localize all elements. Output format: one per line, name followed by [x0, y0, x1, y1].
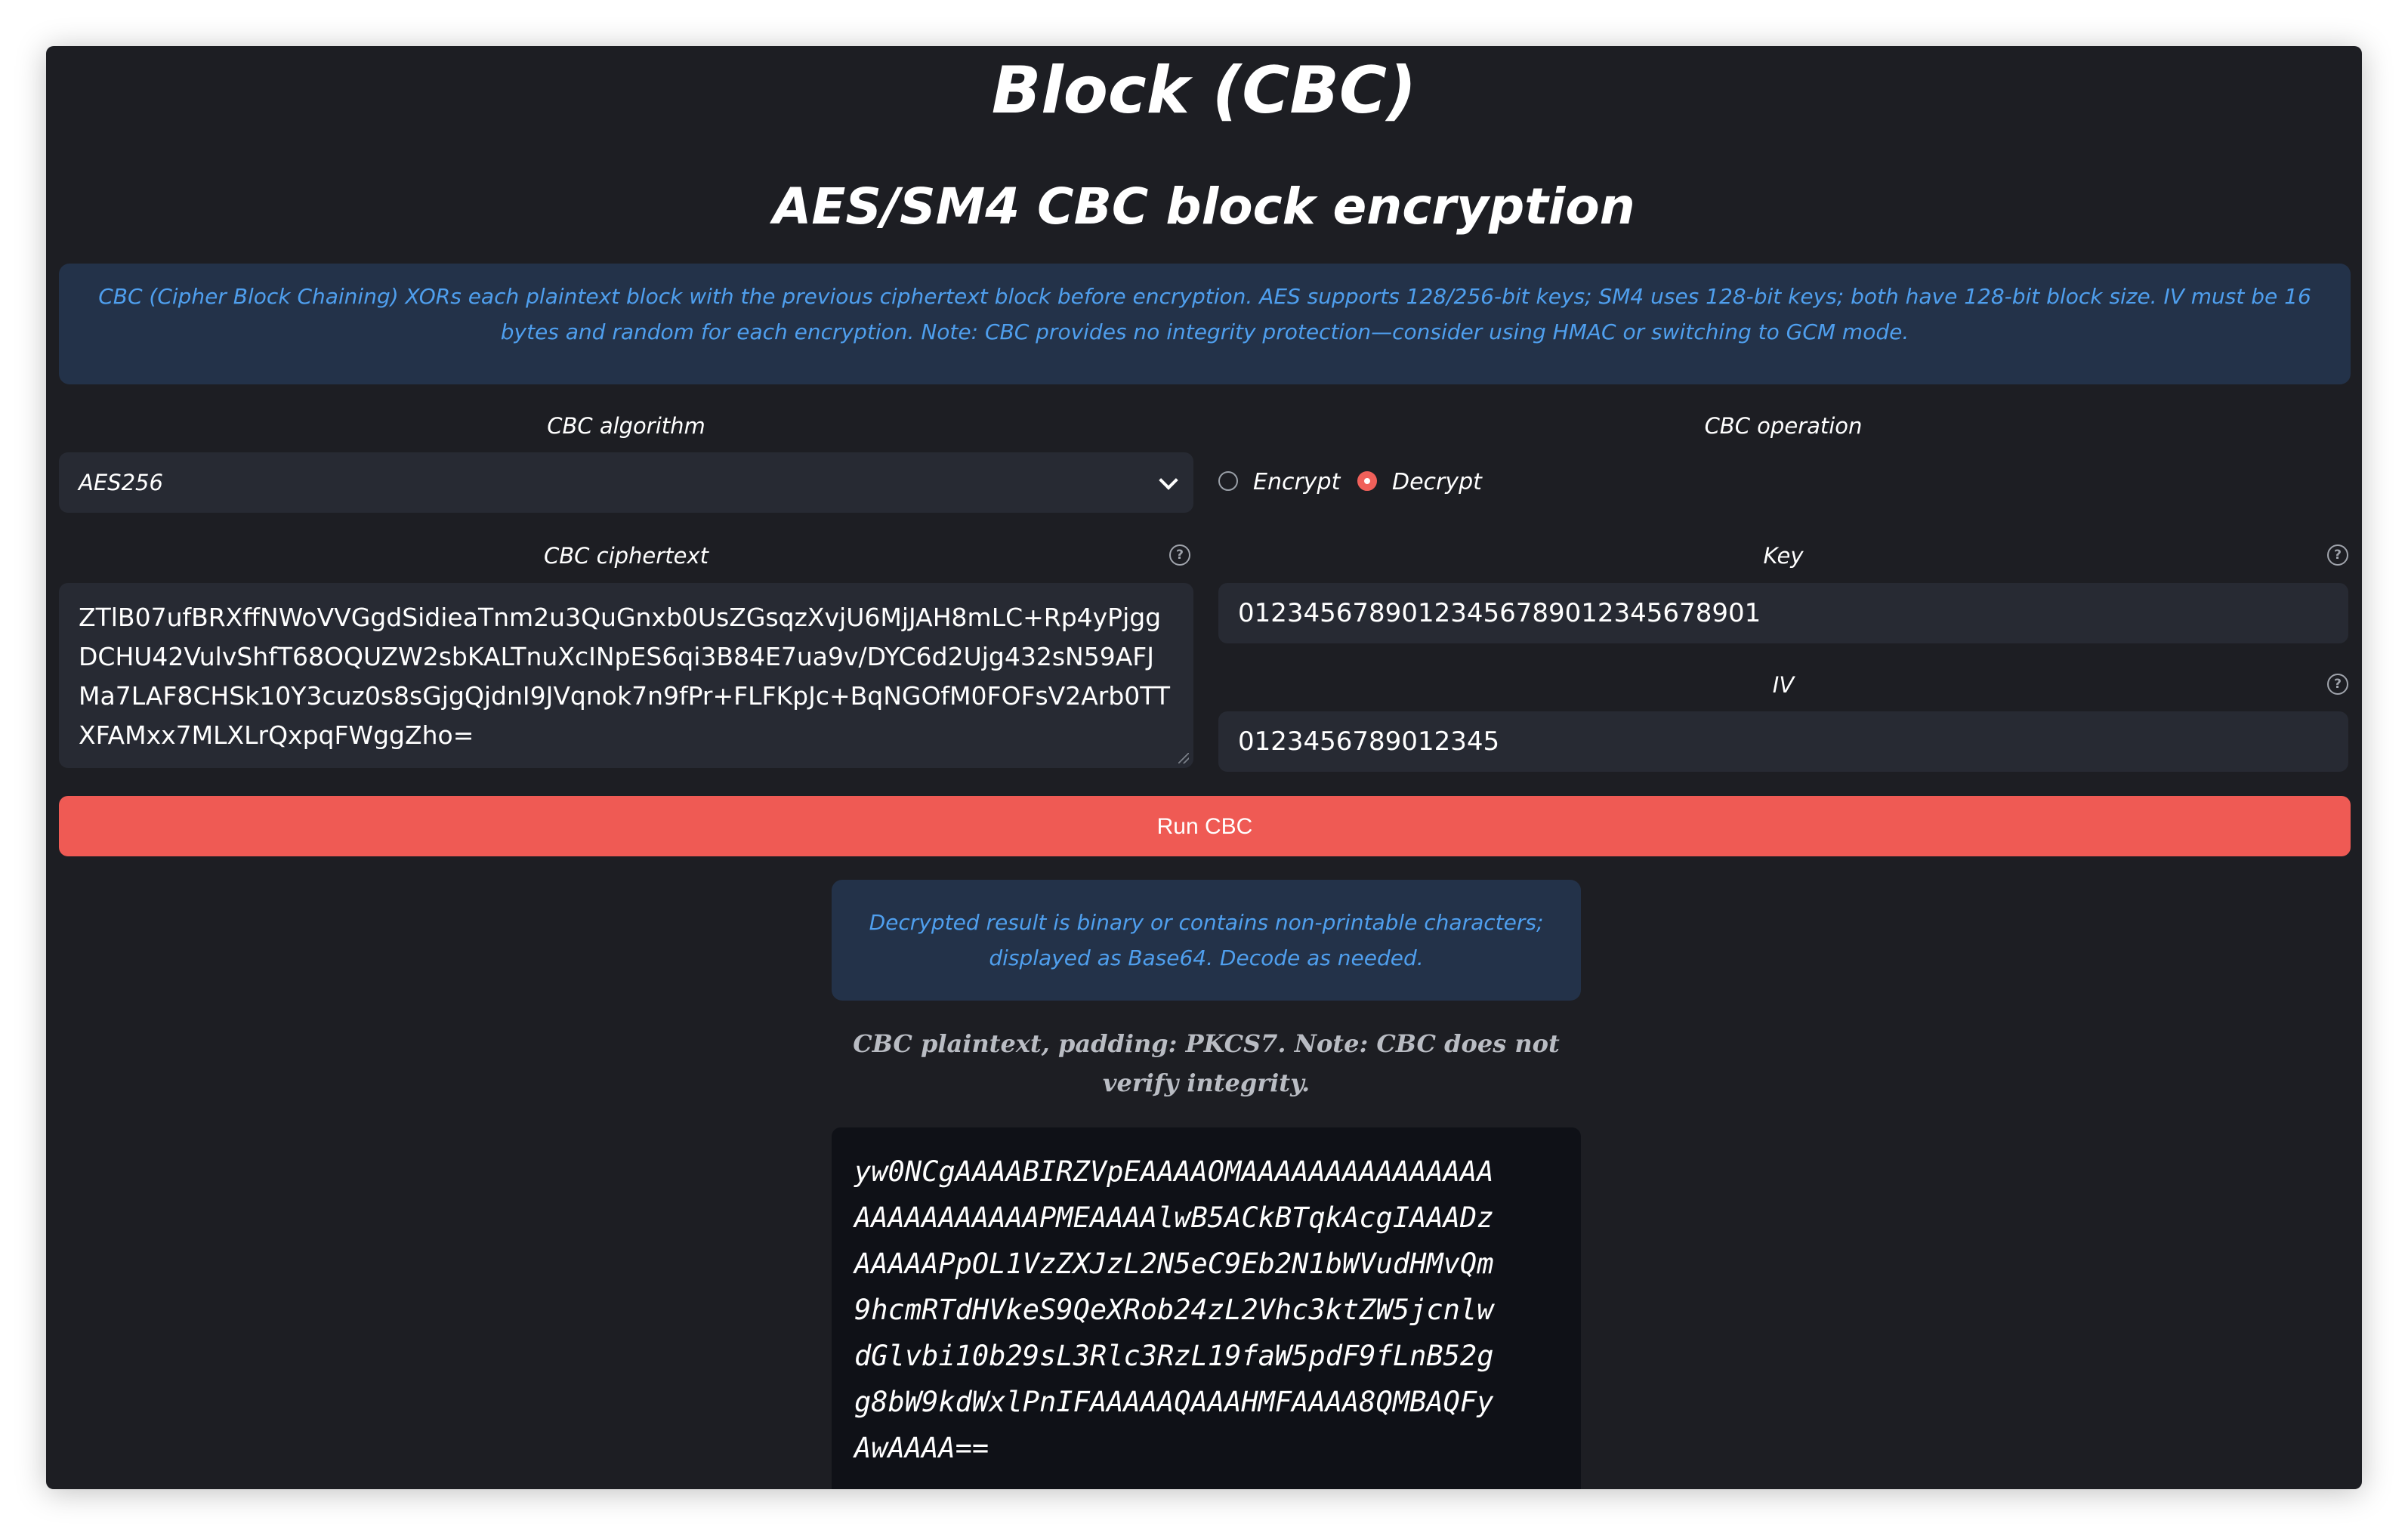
iv-help-icon[interactable]: ?: [2327, 674, 2348, 695]
plaintext-output[interactable]: yw0NCgAAAABIRZVpEAAAAOMAAAAAAAAAAAAAAA A…: [832, 1127, 1581, 1489]
ciphertext-value: ZTlB07ufBRXffNWoVVGgdSidieaTnm2u3QuGnxb0…: [79, 603, 1171, 750]
info-banner: CBC (Cipher Block Chaining) XORs each pl…: [59, 264, 2351, 384]
iv-label: IV: [1772, 672, 1795, 698]
operation-label: CBC operation: [1704, 413, 1863, 439]
radio-decrypt-label: Decrypt: [1392, 469, 1482, 495]
app-window: Block (CBC) AES/SM4 CBC block encryption…: [46, 46, 2362, 1489]
iv-input[interactable]: 0123456789012345: [1218, 711, 2348, 772]
page-subtitle: AES/SM4 CBC block encryption: [773, 177, 1635, 236]
algorithm-selected-value: AES256: [79, 470, 163, 495]
ciphertext-help-icon[interactable]: ?: [1169, 544, 1190, 566]
algorithm-label: CBC algorithm: [547, 413, 705, 439]
radio-encrypt-circle: [1218, 471, 1238, 491]
key-help-icon[interactable]: ?: [2327, 544, 2348, 566]
radio-decrypt-circle: [1357, 471, 1377, 491]
resize-handle-icon[interactable]: [1178, 753, 1189, 763]
radio-encrypt-label: Encrypt: [1253, 469, 1341, 495]
chevron-down-icon: [1159, 470, 1178, 490]
page-title: Block (CBC): [991, 53, 1417, 128]
key-input[interactable]: 01234567890123456789012345678901: [1218, 583, 2348, 643]
result-caption: CBC plaintext, padding: PKCS7. Note: CBC…: [853, 1029, 1560, 1097]
result-info-banner: Decrypted result is binary or contains n…: [832, 880, 1581, 1001]
key-label: Key: [1763, 543, 1804, 569]
algorithm-select[interactable]: AES256: [59, 452, 1193, 513]
run-cbc-button[interactable]: Run CBC: [59, 796, 2351, 856]
ciphertext-label: CBC ciphertext: [544, 543, 709, 569]
ciphertext-textarea[interactable]: ZTlB07ufBRXffNWoVVGgdSidieaTnm2u3QuGnxb0…: [59, 583, 1193, 768]
